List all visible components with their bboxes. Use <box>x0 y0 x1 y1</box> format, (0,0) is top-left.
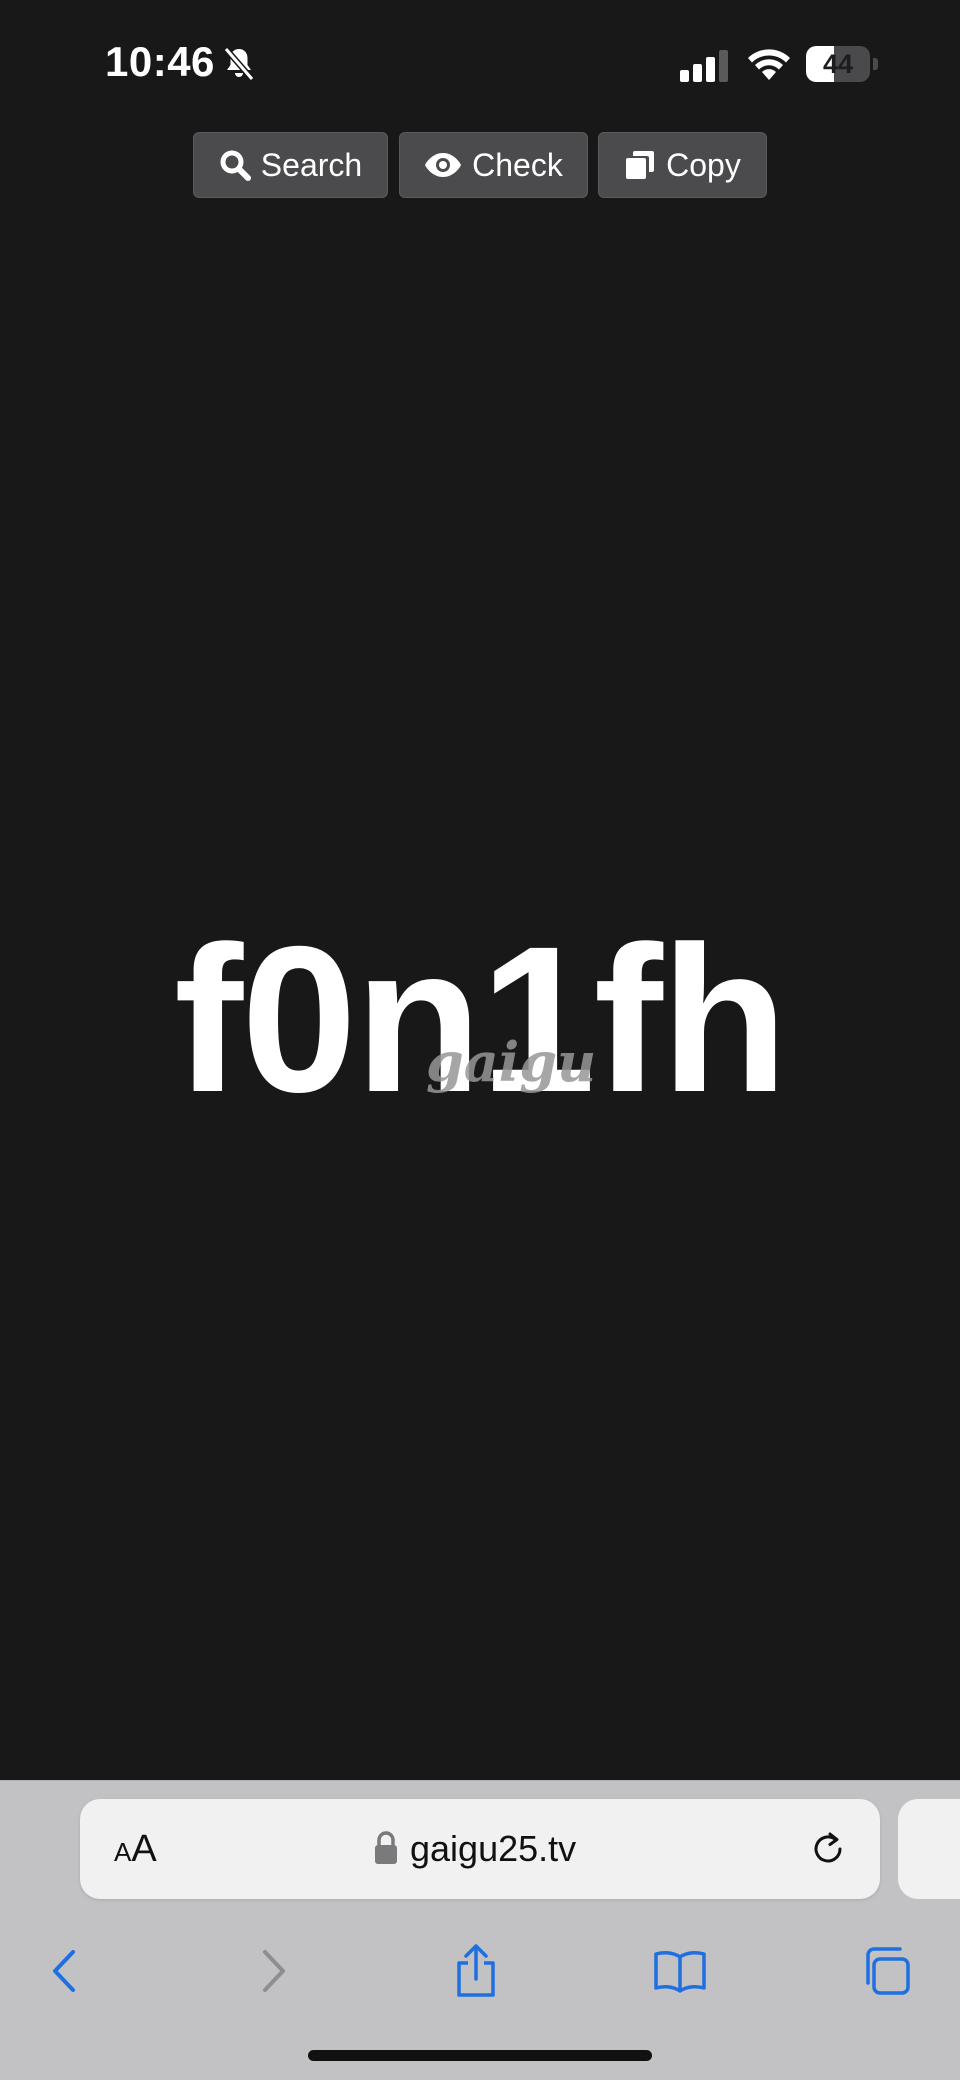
watermark: gaigu <box>426 1030 597 1094</box>
next-tab-preview[interactable] <box>898 1799 960 1899</box>
share-icon <box>457 1944 495 1997</box>
search-button[interactable]: Search <box>193 132 388 198</box>
bell-muted-icon <box>223 47 255 81</box>
code-display: f0n1fh gaigu <box>0 900 960 1140</box>
home-indicator[interactable] <box>308 2050 652 2061</box>
action-toolbar: Search Check Copy <box>0 132 960 198</box>
text-size-small-glyph: A <box>114 1837 132 1867</box>
eye-icon <box>425 153 462 177</box>
copy-button[interactable]: Copy <box>598 132 767 198</box>
chevron-right-icon <box>263 1950 285 1992</box>
search-button-label: Search <box>260 146 363 183</box>
text-size-large-glyph: A <box>131 1828 157 1870</box>
url-text: gaigu25.tv <box>410 1828 577 1869</box>
browser-bottom-bar: AA gaigu25.tv <box>0 1780 960 2080</box>
back-button[interactable] <box>24 1931 104 2011</box>
reload-icon[interactable] <box>808 1829 848 1869</box>
battery-nub <box>873 58 878 70</box>
search-icon <box>220 150 251 181</box>
status-time: 10:46 <box>105 38 215 85</box>
battery-level: 44 <box>822 49 854 79</box>
forward-button[interactable] <box>234 1931 314 2011</box>
check-button[interactable]: Check <box>399 132 588 198</box>
screen: 10:46 44 Search Check Copy f0n1fh gaigu … <box>0 0 960 2080</box>
verification-code: f0n1fh <box>174 904 788 1136</box>
browser-nav-row <box>0 1931 960 2011</box>
wifi-icon <box>748 49 790 80</box>
check-button-label: Check <box>472 146 563 183</box>
bookmarks-button[interactable] <box>640 1931 720 2011</box>
share-button[interactable] <box>436 1931 516 2011</box>
copy-icon <box>626 151 655 179</box>
copy-button-label: Copy <box>666 146 741 183</box>
status-bar: 10:46 44 <box>0 0 960 130</box>
book-icon <box>654 1951 706 1993</box>
lock-icon <box>375 1831 397 1864</box>
cellular-signal-icon <box>680 50 728 82</box>
text-size-button[interactable]: AA <box>114 1799 157 1899</box>
chevron-left-icon <box>53 1950 75 1992</box>
tabs-icon <box>866 1947 910 1995</box>
battery-body: 44 <box>806 46 870 82</box>
address-bar[interactable]: AA gaigu25.tv <box>80 1799 880 1899</box>
tabs-button[interactable] <box>846 1931 926 2011</box>
battery-icon: 44 <box>806 46 878 82</box>
